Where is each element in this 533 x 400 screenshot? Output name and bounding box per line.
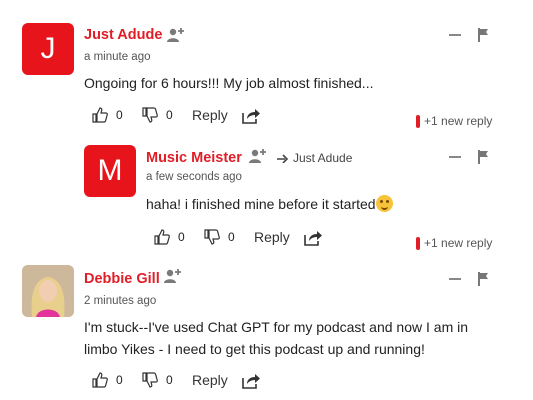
- dislike-button[interactable]: 0: [142, 107, 173, 123]
- avatar[interactable]: J: [22, 23, 74, 75]
- collapse-icon[interactable]: [449, 156, 461, 158]
- dislike-count: 0: [228, 230, 235, 244]
- flag-icon[interactable]: [478, 150, 490, 164]
- collapse-icon[interactable]: [449, 34, 461, 36]
- thumbs-down-icon: [142, 372, 158, 388]
- new-reply-indicator: [416, 236, 420, 250]
- comment-text: Ongoing for 6 hours!!! My job almost fin…: [84, 75, 374, 91]
- new-reply-link[interactable]: +1 new reply: [416, 236, 492, 250]
- new-reply-link[interactable]: +1 new reply: [416, 114, 492, 128]
- reply-to[interactable]: Just Adude: [277, 151, 352, 165]
- reply-button[interactable]: Reply: [192, 372, 228, 388]
- timestamp: a few seconds ago: [146, 171, 242, 183]
- author-name[interactable]: Music Meister: [146, 150, 242, 166]
- share-icon[interactable]: [304, 230, 322, 246]
- new-reply-label: +1 new reply: [424, 236, 493, 250]
- smiley-emoji-icon: [375, 195, 393, 212]
- comment-text: haha! i finished mine before it started: [146, 193, 393, 216]
- flag-icon[interactable]: [478, 272, 490, 286]
- profile-photo-icon: [22, 265, 74, 317]
- new-reply-label: +1 new reply: [424, 114, 493, 128]
- share-icon[interactable]: [242, 108, 260, 124]
- new-reply-indicator: [416, 114, 420, 128]
- timestamp: 2 minutes ago: [84, 295, 157, 307]
- like-count: 0: [178, 230, 185, 244]
- avatar[interactable]: [22, 265, 74, 317]
- reply-to-name: Just Adude: [293, 151, 353, 165]
- like-button[interactable]: 0: [92, 372, 123, 388]
- like-count: 0: [116, 108, 123, 122]
- reply-button[interactable]: Reply: [254, 229, 290, 245]
- avatar[interactable]: M: [84, 145, 136, 197]
- thumbs-up-icon: [92, 107, 108, 123]
- like-button[interactable]: 0: [92, 107, 123, 123]
- author-name[interactable]: Debbie Gill: [84, 271, 160, 287]
- add-user-icon[interactable]: [164, 268, 182, 284]
- dislike-button[interactable]: 0: [204, 229, 235, 245]
- add-user-icon[interactable]: [167, 27, 185, 43]
- author-name[interactable]: Just Adude: [84, 27, 162, 43]
- collapse-icon[interactable]: [449, 278, 461, 280]
- timestamp: a minute ago: [84, 51, 151, 63]
- thumbs-down-icon: [204, 229, 220, 245]
- like-count: 0: [116, 373, 123, 387]
- thumbs-down-icon: [142, 107, 158, 123]
- add-user-icon[interactable]: [249, 148, 267, 164]
- comment-text-content: haha! i finished mine before it started: [146, 196, 376, 212]
- dislike-button[interactable]: 0: [142, 372, 173, 388]
- share-icon[interactable]: [242, 373, 260, 389]
- reply-button[interactable]: Reply: [192, 107, 228, 123]
- dislike-count: 0: [166, 373, 173, 387]
- like-button[interactable]: 0: [154, 229, 185, 245]
- comment-text-line-1: I'm stuck--I've used Chat GPT for my pod…: [84, 319, 469, 335]
- thumbs-up-icon: [154, 229, 170, 245]
- thumbs-up-icon: [92, 372, 108, 388]
- flag-icon[interactable]: [478, 28, 490, 42]
- dislike-count: 0: [166, 108, 173, 122]
- comment-text-line-2: limbo Yikes - I need to get this podcast…: [84, 341, 425, 357]
- reply-arrow-icon: [277, 154, 289, 163]
